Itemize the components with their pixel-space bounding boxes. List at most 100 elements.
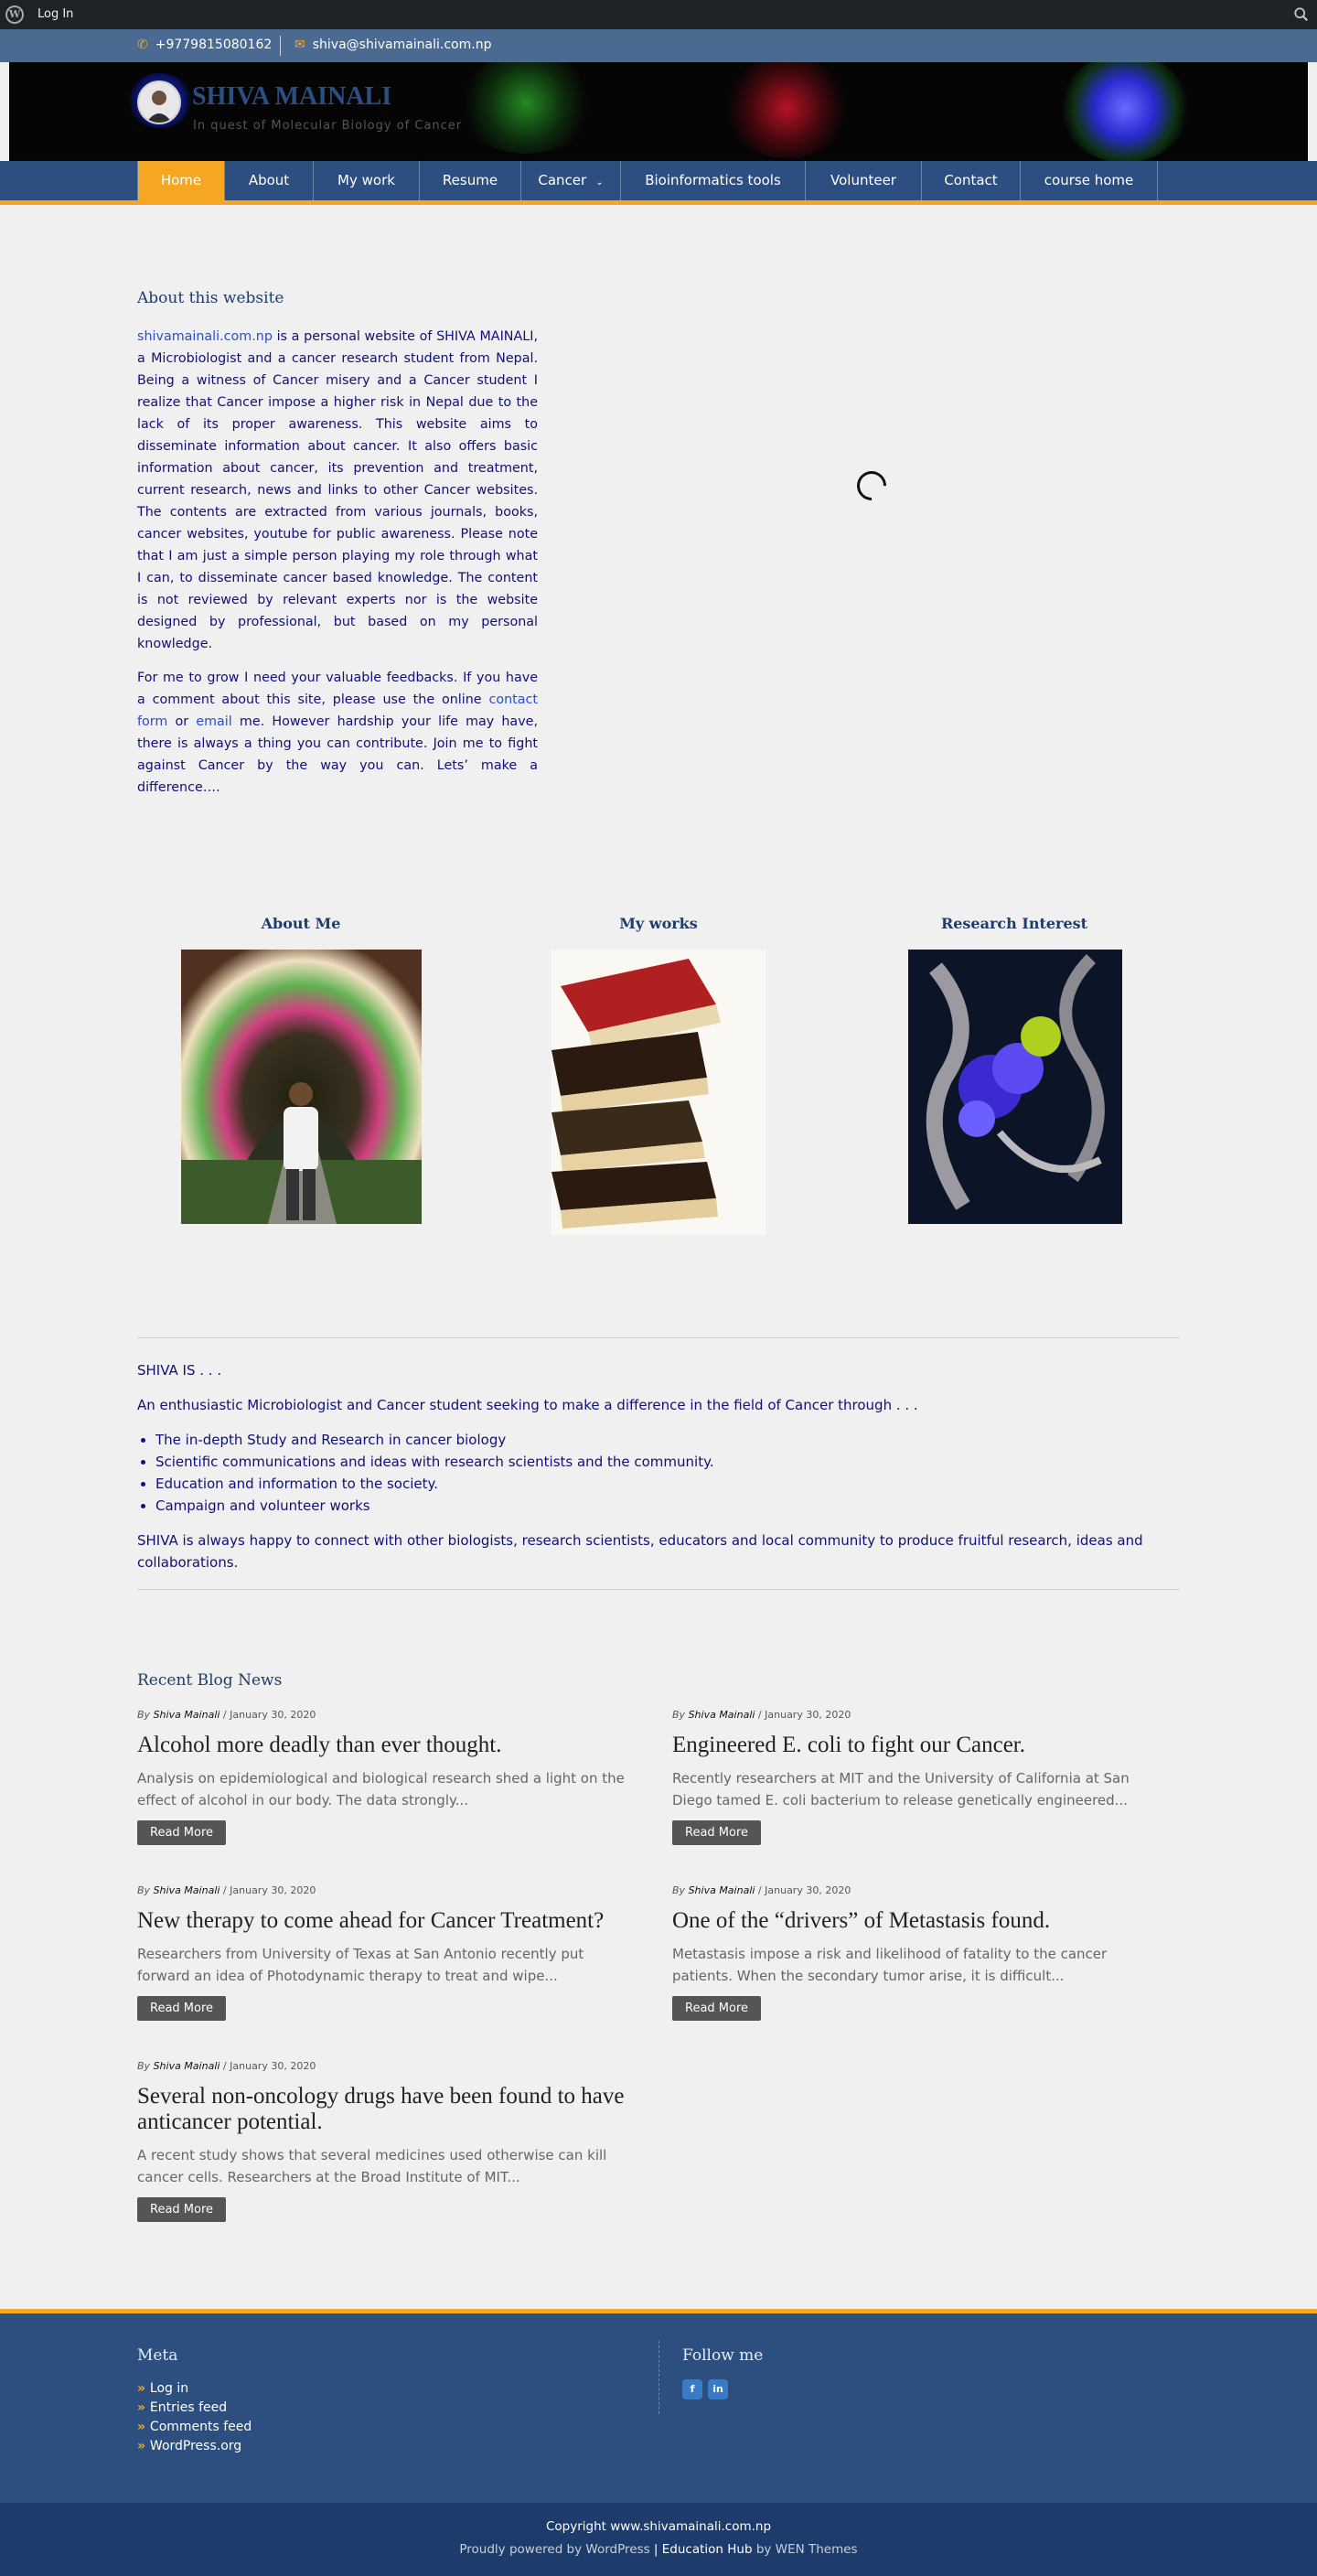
theme-by: by bbox=[752, 2542, 776, 2557]
site-title[interactable]: SHIVA MAINALI bbox=[192, 82, 391, 112]
nav-item-bioinformatics-tools[interactable]: Bioinformatics tools bbox=[621, 161, 806, 200]
my-works-photo[interactable] bbox=[551, 950, 766, 1235]
post-excerpt: A recent study shows that several medici… bbox=[137, 2147, 607, 2185]
nav-label: My work bbox=[337, 172, 395, 188]
nav-item-about[interactable]: About bbox=[225, 161, 314, 200]
post-meta: By Shiva Mainali / January 30, 2020 bbox=[137, 1709, 631, 1723]
nav-item-cancer[interactable]: Cancer ⌄ bbox=[521, 161, 621, 200]
about-paragraph-text: is a personal website of SHIVA MAINALI, … bbox=[137, 329, 538, 651]
nav-item-contact[interactable]: Contact bbox=[922, 161, 1021, 200]
main-navigation: Home About My work Resume Cancer ⌄ Bioinf… bbox=[0, 161, 1317, 205]
nav-label: Contact bbox=[944, 172, 998, 188]
copyright: Copyright www.shivamainali.com.np bbox=[545, 2519, 772, 2534]
section-divider bbox=[137, 1589, 1180, 1590]
post-author[interactable]: Shiva Mainali bbox=[154, 1709, 220, 1721]
about-me-photo[interactable] bbox=[181, 950, 422, 1224]
post-by: By bbox=[137, 1709, 151, 1721]
post-by: By bbox=[672, 1709, 686, 1721]
envelope-icon: ✉ bbox=[294, 38, 305, 52]
post-date[interactable]: / January 30, 2020 bbox=[220, 1884, 316, 1896]
nav-item-volunteer[interactable]: Volunteer bbox=[806, 161, 922, 200]
meta-link-comments-feed[interactable]: Comments feed bbox=[137, 2418, 252, 2437]
read-more-button[interactable]: Read More bbox=[137, 1820, 227, 1845]
post-author[interactable]: Shiva Mainali bbox=[154, 1884, 220, 1896]
powered-by: Proudly powered by WordPress | Education… bbox=[0, 2542, 1317, 2557]
about-heading: About this website bbox=[137, 289, 284, 307]
avatar[interactable] bbox=[137, 80, 181, 124]
feedback-paragraph: For me to grow I need your valuable feed… bbox=[137, 667, 538, 799]
post-excerpt: Recently researchers at MIT and the Univ… bbox=[672, 1770, 1130, 1809]
read-more-button[interactable]: Read More bbox=[672, 1996, 762, 2021]
post-meta: By Shiva Mainali / January 30, 2020 bbox=[672, 1709, 1166, 1723]
nav-label: Cancer bbox=[538, 172, 587, 188]
research-interest-image[interactable] bbox=[908, 950, 1122, 1224]
admin-login-link[interactable]: Log In bbox=[37, 7, 73, 21]
read-more-button[interactable]: Read More bbox=[137, 2197, 227, 2222]
facebook-icon[interactable]: f bbox=[682, 2379, 702, 2399]
footer-divider bbox=[658, 2341, 659, 2414]
post-title[interactable]: Alcohol more deadly than ever thought. bbox=[137, 1733, 631, 1758]
nav-label: Resume bbox=[442, 172, 498, 188]
banner-cell-image bbox=[723, 62, 851, 158]
post-date[interactable]: / January 30, 2020 bbox=[755, 1709, 851, 1721]
post-author[interactable]: Shiva Mainali bbox=[689, 1709, 755, 1721]
blog-post: By Shiva Mainali / January 30, 2020 One … bbox=[672, 1884, 1166, 2021]
post-by: By bbox=[137, 1884, 151, 1896]
shiva-is-closing: SHIVA is always happy to connect with ot… bbox=[137, 1532, 1143, 1571]
wordpress-logo-icon[interactable]: W bbox=[5, 5, 24, 24]
post-author[interactable]: Shiva Mainali bbox=[154, 2060, 220, 2072]
post-by: By bbox=[137, 2060, 151, 2072]
email-link[interactable]: email bbox=[196, 714, 231, 729]
research-interest-heading[interactable]: Research Interest bbox=[877, 915, 1151, 932]
list-item: The in-depth Study and Research in cance… bbox=[155, 1429, 1180, 1451]
meta-link-wordpress-org[interactable]: WordPress.org bbox=[137, 2437, 252, 2456]
theme-link[interactable]: Education Hub bbox=[662, 2542, 753, 2557]
blog-post: By Shiva Mainali / January 30, 2020 Engi… bbox=[672, 1709, 1166, 1845]
feedback-text: or bbox=[167, 714, 197, 729]
meta-link-entries-feed[interactable]: Entries feed bbox=[137, 2399, 252, 2418]
post-date[interactable]: / January 30, 2020 bbox=[755, 1884, 851, 1896]
email-address: shiva@shivamainali.com.np bbox=[312, 38, 492, 52]
shiva-is-intro: An enthusiastic Microbiologist and Cance… bbox=[137, 1397, 918, 1413]
post-author[interactable]: Shiva Mainali bbox=[689, 1884, 755, 1896]
about-text: shivamainali.com.np is a personal websit… bbox=[137, 326, 538, 810]
linkedin-icon[interactable]: in bbox=[708, 2379, 728, 2399]
post-title[interactable]: Several non-oncology drugs have been fou… bbox=[137, 2084, 631, 2135]
about-me-heading[interactable]: About Me bbox=[164, 915, 438, 932]
post-date[interactable]: / January 30, 2020 bbox=[220, 1709, 316, 1721]
email-link[interactable]: ✉ shiva@shivamainali.com.np bbox=[294, 38, 491, 52]
nav-item-my-work[interactable]: My work bbox=[314, 161, 420, 200]
footer-widgets: Meta Log in Entries feed Comments feed W… bbox=[0, 2309, 1317, 2503]
meta-link-log-in[interactable]: Log in bbox=[137, 2379, 252, 2399]
nav-label: Volunteer bbox=[830, 172, 896, 188]
admin-bar: W Log In bbox=[0, 0, 1317, 29]
search-icon[interactable] bbox=[1293, 6, 1310, 23]
wen-themes-link[interactable]: WEN Themes bbox=[776, 2542, 858, 2557]
dna-protein-image bbox=[908, 950, 1122, 1224]
phone-link[interactable]: ✆ +9779815080162 bbox=[137, 38, 272, 52]
read-more-button[interactable]: Read More bbox=[672, 1820, 762, 1845]
feedback-text: For me to grow I need your valuable feed… bbox=[137, 671, 538, 707]
wordpress-credit-link[interactable]: Proudly powered by WordPress bbox=[459, 2542, 649, 2557]
post-title[interactable]: Engineered E. coli to fight our Cancer. bbox=[672, 1733, 1166, 1758]
list-item: Campaign and volunteer works bbox=[155, 1495, 1180, 1517]
site-tagline: In quest of Molecular Biology of Cancer bbox=[193, 119, 463, 133]
site-header: SHIVA MAINALI In quest of Molecular Biol… bbox=[9, 62, 1308, 161]
avatar-person-icon bbox=[146, 91, 172, 123]
shiva-is-list: The in-depth Study and Research in cance… bbox=[155, 1429, 1180, 1517]
post-title[interactable]: New therapy to come ahead for Cancer Tre… bbox=[137, 1908, 631, 1934]
nav-label: Bioinformatics tools bbox=[645, 172, 781, 188]
nav-item-course-home[interactable]: course home bbox=[1021, 161, 1158, 200]
post-date[interactable]: / January 30, 2020 bbox=[220, 2060, 316, 2072]
recent-blog-heading: Recent Blog News bbox=[137, 1671, 283, 1690]
site-info: Copyright www.shivamainali.com.np Proudl… bbox=[0, 2503, 1317, 2576]
nav-item-resume[interactable]: Resume bbox=[420, 161, 521, 200]
post-title[interactable]: One of the “drivers” of Metastasis found… bbox=[672, 1908, 1166, 1934]
site-link[interactable]: shivamainali.com.np bbox=[137, 329, 273, 344]
follow-me-heading: Follow me bbox=[682, 2346, 764, 2365]
my-works-heading[interactable]: My works bbox=[521, 915, 796, 932]
chevron-down-icon: ⌄ bbox=[595, 177, 604, 188]
shiva-is-section: SHIVA IS . . . An enthusiastic Microbiol… bbox=[137, 1359, 1180, 1586]
nav-item-home[interactable]: Home bbox=[137, 161, 225, 200]
read-more-button[interactable]: Read More bbox=[137, 1996, 227, 2021]
